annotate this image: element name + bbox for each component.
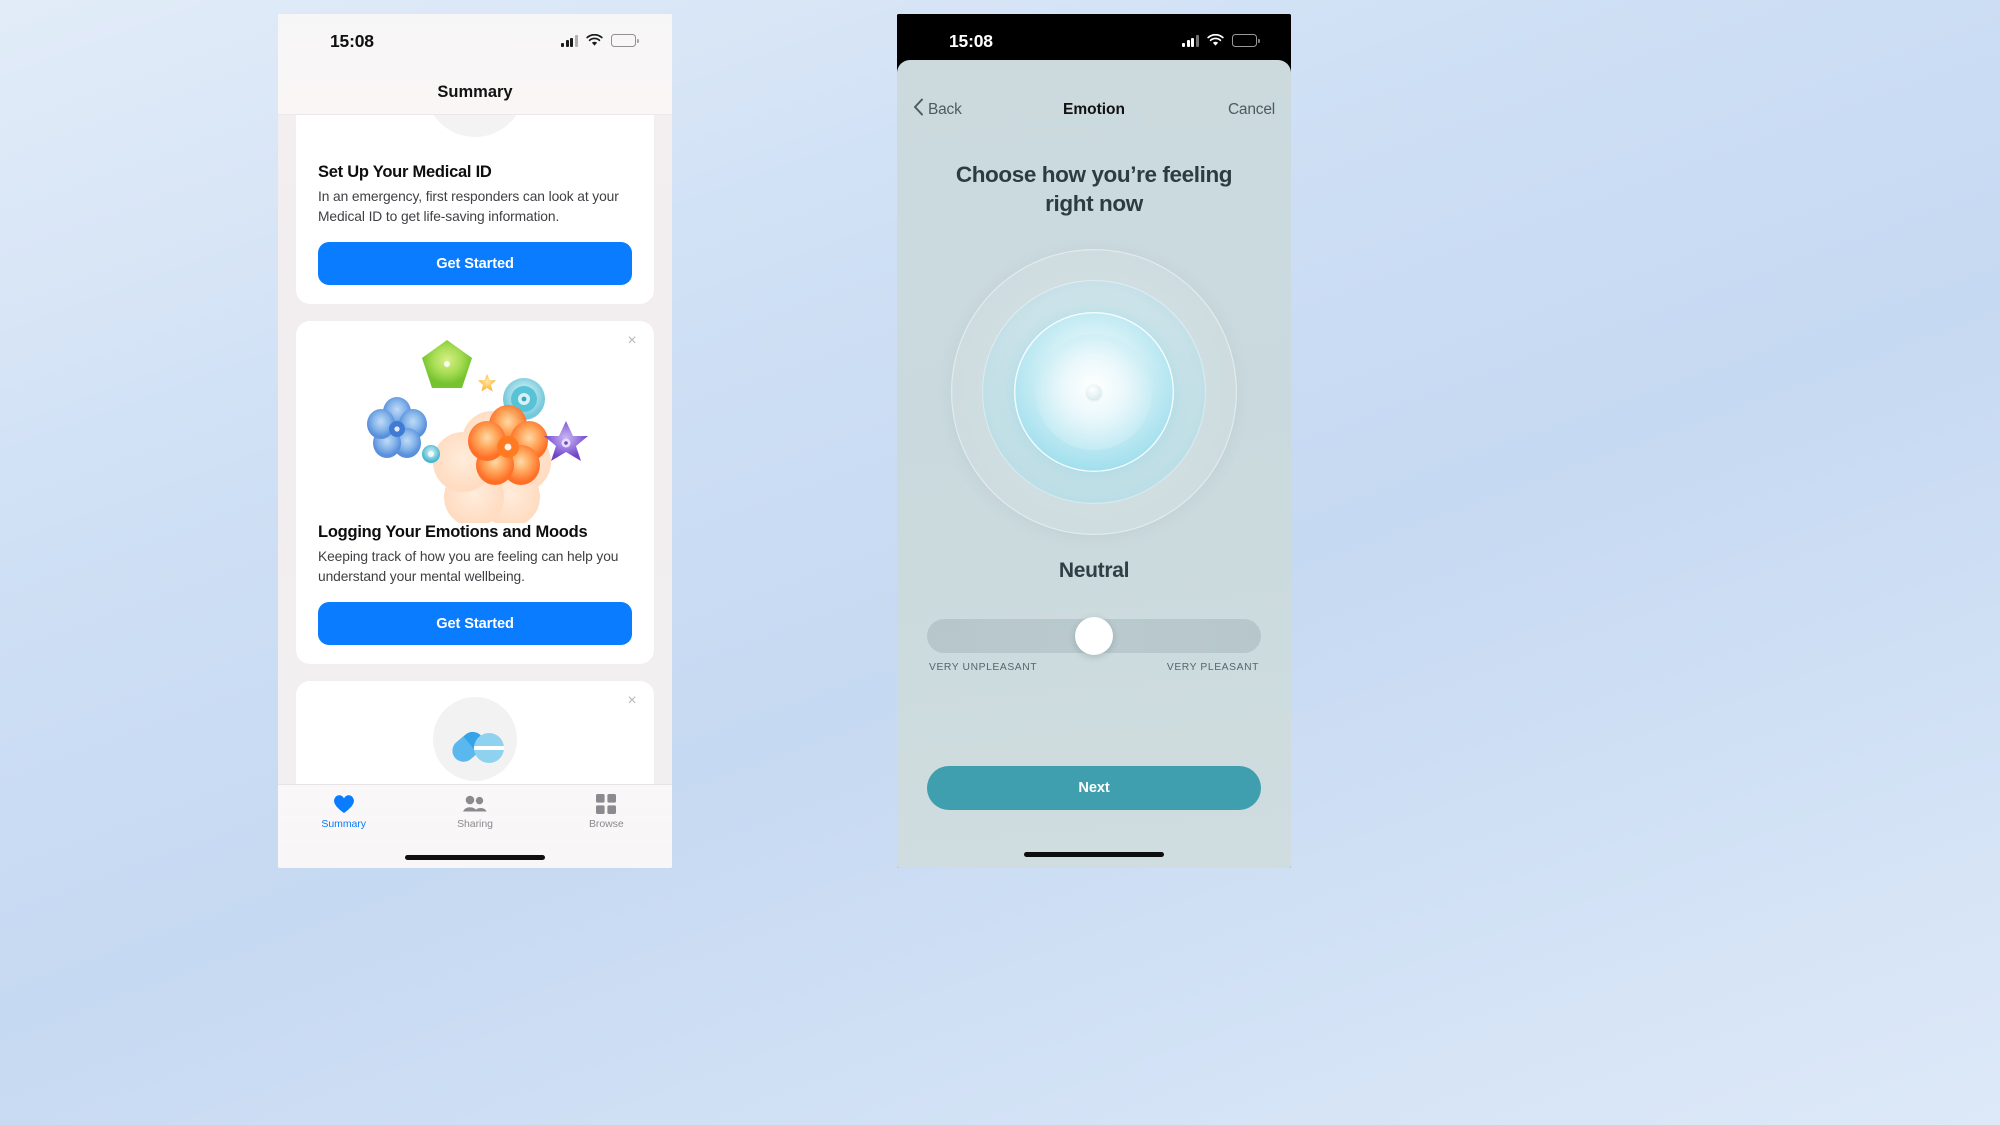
card-title: Set Up Your Medical ID xyxy=(318,163,492,181)
back-label: Back xyxy=(928,100,962,118)
home-indicator xyxy=(1024,852,1164,857)
slider-thumb[interactable] xyxy=(1075,616,1113,655)
grid-icon xyxy=(596,793,617,815)
right-nav-bar: Back Emotion Cancel xyxy=(897,86,1291,133)
card-medical-id: Set Up Your Medical ID In an emergency, … xyxy=(296,115,654,305)
get-started-button-medical-id[interactable]: Get Started xyxy=(318,242,632,286)
status-icons xyxy=(1182,34,1260,47)
page-title: Summary xyxy=(437,82,513,101)
emotions-flower-illustration xyxy=(296,321,654,528)
slider-labels: VERY UNPLEASANT VERY PLEASANT xyxy=(927,662,1261,673)
orb-core-dot xyxy=(1086,384,1102,400)
status-time: 15:08 xyxy=(330,31,374,51)
tab-browse[interactable]: Browse xyxy=(541,793,672,868)
tab-bar: Summary Sharing Browse xyxy=(278,784,672,868)
tab-summary[interactable]: Summary xyxy=(278,793,409,868)
emotion-orb[interactable] xyxy=(951,248,1237,535)
card-description: In an emergency, first responders can lo… xyxy=(318,189,619,224)
home-indicator xyxy=(405,855,545,860)
left-nav-bar: Summary xyxy=(278,70,672,115)
slider-label-right: VERY PLEASANT xyxy=(1166,661,1259,673)
status-time: 15:08 xyxy=(949,31,993,51)
signal-bars-icon xyxy=(561,34,578,47)
heart-icon xyxy=(333,793,355,815)
tab-label: Sharing xyxy=(457,818,493,830)
emotion-orb-area[interactable] xyxy=(897,227,1291,557)
status-icons xyxy=(561,34,639,47)
battery-icon xyxy=(1232,34,1260,47)
chevron-left-icon xyxy=(913,98,924,121)
medications-illustration xyxy=(296,681,654,784)
signal-bars-icon xyxy=(1182,34,1199,47)
card-title: Logging Your Emotions and Moods xyxy=(318,523,588,542)
emotion-sheet: Back Emotion Cancel Choose how you’re fe… xyxy=(897,60,1291,868)
slider-track[interactable] xyxy=(927,616,1261,655)
battery-icon xyxy=(611,34,639,47)
card-emotions: × Logging Your Emotions and Moods Keepin… xyxy=(296,321,654,665)
card-description: Keeping track of how you are feeling can… xyxy=(318,549,619,584)
next-button[interactable]: Next xyxy=(927,766,1261,810)
people-icon xyxy=(462,793,488,815)
slider-label-left: VERY UNPLEASANT xyxy=(929,661,1038,673)
headline: Choose how you’re feeling right now xyxy=(955,162,1233,216)
card-medications: × xyxy=(296,681,654,784)
mood-label: Neutral xyxy=(1058,558,1130,582)
wifi-icon xyxy=(1207,34,1224,47)
right-phone-emotion-picker: 15:08 Back Emotion Cancel Choose how you… xyxy=(897,14,1291,868)
summary-scroll-area[interactable]: Set Up Your Medical ID In an emergency, … xyxy=(278,115,672,784)
back-button[interactable]: Back xyxy=(913,98,962,121)
left-phone-health-summary: 15:08 Summary Set Up Your Medical ID In … xyxy=(278,14,672,868)
cancel-button[interactable]: Cancel xyxy=(1228,101,1275,119)
pleasantness-slider[interactable]: VERY UNPLEASANT VERY PLEASANT xyxy=(927,616,1261,673)
get-started-button-emotions[interactable]: Get Started xyxy=(318,602,632,646)
left-status-bar: 15:08 xyxy=(278,14,672,70)
tab-label: Summary xyxy=(321,818,366,830)
medical-id-illustration xyxy=(296,115,654,151)
tab-label: Browse xyxy=(588,818,624,830)
wifi-icon xyxy=(586,34,603,47)
